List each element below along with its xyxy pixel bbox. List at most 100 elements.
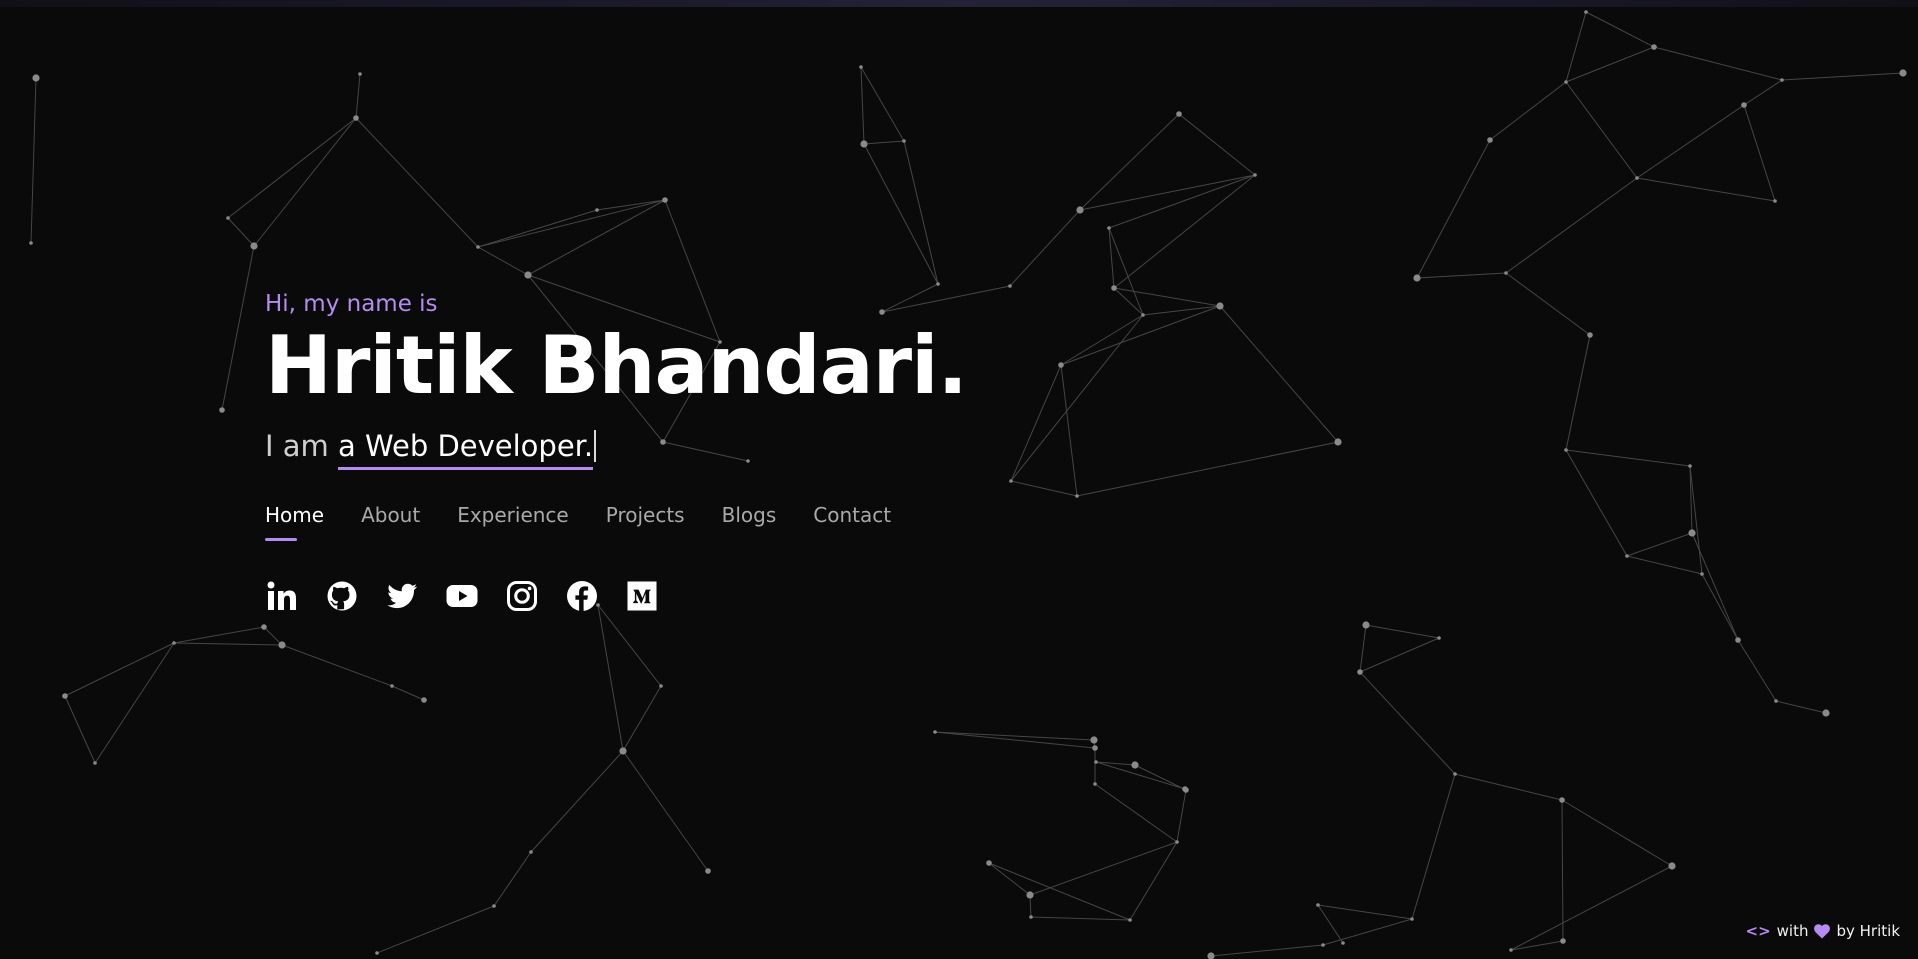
network-line (988, 862, 1031, 896)
network-line (1359, 624, 1367, 673)
network-line (863, 140, 905, 145)
network-line (1737, 639, 1777, 702)
network-node (1587, 332, 1593, 338)
network-node (936, 282, 940, 286)
network-node (1009, 479, 1013, 483)
network-node (1207, 952, 1215, 959)
network-line (1134, 764, 1187, 791)
nav-about[interactable]: About (361, 502, 420, 532)
network-line (94, 642, 175, 764)
network-line (1626, 532, 1693, 557)
landing-page: Hi, my name is Hritik Bhandari. I am a W… (0, 0, 1918, 959)
network-line (1365, 624, 1440, 639)
network-node (1362, 621, 1370, 629)
twitter-icon (387, 583, 417, 609)
nav-experience[interactable]: Experience (457, 502, 569, 532)
network-node (1410, 917, 1414, 921)
network-line (227, 217, 255, 247)
network-line (1129, 841, 1178, 921)
network-node (1008, 284, 1012, 288)
nav-projects[interactable]: Projects (606, 502, 685, 532)
network-line (1359, 637, 1440, 673)
footer-by-text: by Hritik (1836, 922, 1900, 940)
network-line (622, 750, 709, 872)
network-line (173, 626, 265, 644)
network-node (375, 951, 379, 955)
network-line (1636, 104, 1745, 179)
network-line (1565, 334, 1591, 451)
network-node (29, 241, 33, 245)
network-node (1774, 699, 1778, 703)
code-icon: <> (1745, 922, 1771, 940)
linkedin-icon (267, 581, 296, 610)
network-line (1653, 46, 1783, 81)
network-line (221, 245, 255, 411)
network-node (226, 216, 230, 220)
network-node (595, 208, 599, 212)
network-line (1691, 532, 1739, 641)
network-node (1560, 938, 1566, 944)
network-line (622, 685, 662, 752)
network-line (934, 731, 1095, 741)
network-node (1090, 736, 1098, 744)
network-node (1026, 891, 1034, 899)
network-line (1113, 174, 1256, 289)
network-line (988, 862, 1131, 921)
network-node (933, 730, 937, 734)
network-line (1565, 11, 1587, 83)
network-node (278, 641, 286, 649)
network-line (1561, 799, 1564, 942)
network-line (1076, 441, 1339, 497)
twitter-link[interactable] (385, 579, 419, 613)
network-line (376, 905, 495, 954)
network-line (860, 66, 905, 142)
network-node (1058, 362, 1064, 368)
greeting-text: Hi, my name is (265, 291, 438, 317)
nav-home[interactable]: Home (265, 502, 324, 541)
nav-contact[interactable]: Contact (813, 502, 891, 532)
network-node (1635, 176, 1639, 180)
network-node (1183, 787, 1189, 793)
linkedin-link[interactable] (265, 579, 299, 613)
network-line (1489, 81, 1567, 141)
network-line (1317, 904, 1413, 920)
network-node (1453, 772, 1457, 776)
network-line (1743, 104, 1776, 202)
network-node (1321, 943, 1325, 947)
network-line (1565, 449, 1628, 557)
network-line (1079, 174, 1256, 211)
network-node (1316, 903, 1320, 907)
network-node (1437, 636, 1441, 640)
network-line (64, 695, 96, 764)
nav-blogs[interactable]: Blogs (722, 502, 777, 532)
network-line (1108, 227, 1144, 316)
network-node (662, 197, 668, 203)
medium-link[interactable] (625, 579, 659, 613)
facebook-link[interactable] (565, 579, 599, 613)
network-line (1094, 783, 1178, 843)
network-node (1094, 760, 1098, 764)
network-node (1509, 948, 1513, 952)
network-node (1107, 226, 1111, 230)
instagram-link[interactable] (505, 579, 539, 613)
network-node (1780, 78, 1784, 82)
network-node (524, 271, 532, 279)
network-node (529, 850, 533, 854)
network-node (1700, 572, 1704, 576)
facebook-icon (567, 581, 597, 611)
network-line (1743, 79, 1783, 106)
network-line (1416, 272, 1507, 279)
network-line (1108, 227, 1115, 289)
github-link[interactable] (325, 579, 359, 613)
network-node (1092, 745, 1098, 751)
network-node (1216, 302, 1224, 310)
network-line (64, 642, 175, 697)
hero-section: Hi, my name is Hritik Bhandari. I am a W… (265, 290, 968, 614)
network-node (1487, 137, 1493, 143)
network-line (1176, 789, 1187, 843)
network-line (1010, 480, 1078, 497)
youtube-link[interactable] (445, 579, 479, 613)
network-node (421, 697, 427, 703)
network-node (1741, 102, 1747, 108)
network-line (1095, 761, 1186, 790)
